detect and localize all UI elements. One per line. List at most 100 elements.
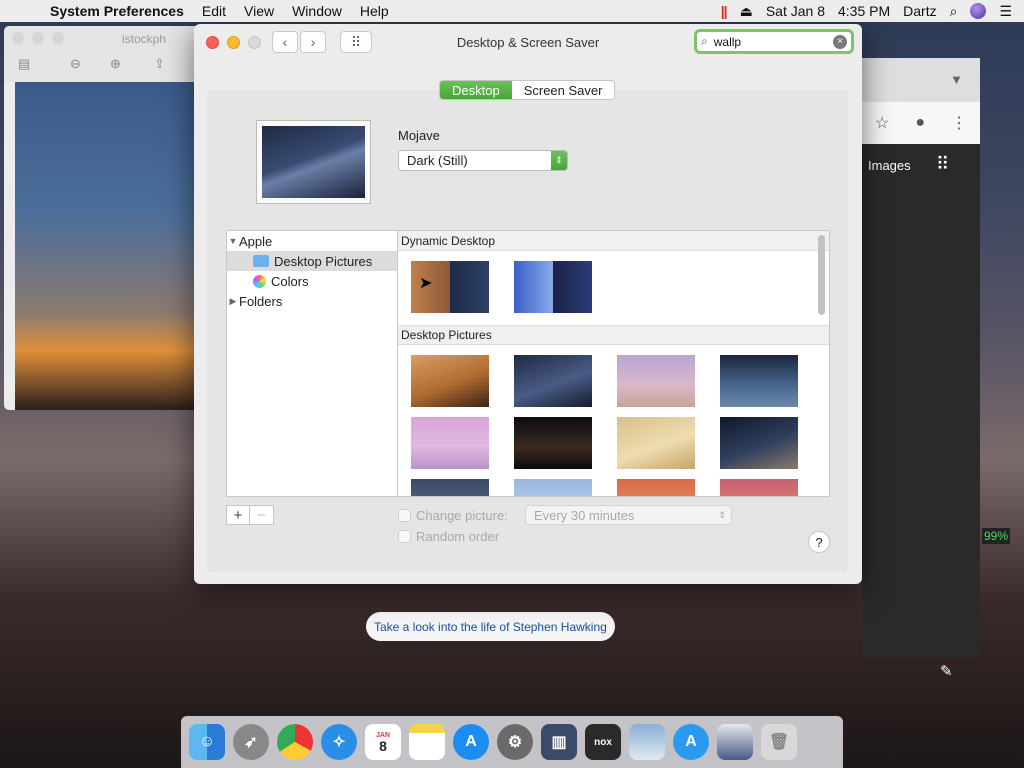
eject-icon[interactable]: ⏏ bbox=[740, 3, 753, 20]
wallpaper-thumb[interactable] bbox=[617, 417, 695, 469]
system-preferences-icon[interactable]: ⚙ bbox=[497, 724, 533, 760]
sidebar-item-label: Apple bbox=[239, 233, 273, 249]
app-store-installer-icon[interactable]: A bbox=[673, 724, 709, 760]
wallpaper-thumb[interactable] bbox=[514, 355, 592, 407]
menu-window[interactable]: Window bbox=[283, 3, 351, 19]
color-wheel-icon bbox=[253, 274, 266, 288]
chrome-menu-icon[interactable]: ▼ bbox=[950, 72, 963, 87]
zoom-dot-icon[interactable] bbox=[52, 32, 64, 44]
preview-window[interactable]: istockph ▤ ⊖ ⊕ ⇪ bbox=[4, 26, 200, 410]
wallpaper-thumb[interactable] bbox=[617, 479, 695, 496]
current-wallpaper-preview bbox=[256, 120, 371, 204]
tab-screen-saver[interactable]: Screen Saver bbox=[511, 81, 615, 99]
chrome-toolbar: ☆ ● ⋮ bbox=[862, 102, 980, 144]
nox-icon[interactable]: nox bbox=[585, 724, 621, 760]
profile-icon[interactable]: ● bbox=[915, 114, 925, 132]
wallpaper-thumb[interactable] bbox=[720, 355, 798, 407]
sidebar-item-colors[interactable]: Colors bbox=[227, 271, 397, 291]
wallpaper-mode-value: Dark (Still) bbox=[407, 153, 468, 168]
menubar-user[interactable]: Dartz bbox=[903, 3, 936, 19]
change-interval-value: Every 30 minutes bbox=[534, 507, 635, 523]
wallpaper-thumb[interactable] bbox=[411, 479, 489, 496]
calendar-icon[interactable]: JAN 8 bbox=[365, 724, 401, 760]
menu-bar: System Preferences Edit View Window Help… bbox=[0, 0, 1024, 22]
random-order-label: Random order bbox=[416, 529, 500, 544]
clear-search-icon[interactable]: × bbox=[833, 34, 847, 49]
add-folder-button[interactable]: + bbox=[226, 505, 250, 525]
folder-icon bbox=[253, 255, 269, 267]
change-interval-popup[interactable]: Every 30 minutes ⇕ bbox=[525, 505, 732, 525]
help-button[interactable]: ? bbox=[808, 531, 830, 553]
safari-icon[interactable]: ✧ bbox=[321, 724, 357, 760]
menubar-date[interactable]: Sat Jan 8 bbox=[766, 3, 825, 19]
wallpaper-thumb[interactable] bbox=[720, 479, 798, 496]
checkbox-box bbox=[398, 509, 411, 522]
random-order-checkbox[interactable]: Random order bbox=[398, 529, 499, 544]
section-header-dynamic: Dynamic Desktop bbox=[398, 231, 829, 251]
more-menu-icon[interactable]: ⋮ bbox=[951, 113, 967, 133]
preview-app-icon[interactable] bbox=[629, 724, 665, 760]
sidebar-item-folders[interactable]: ▶ Folders bbox=[227, 291, 397, 311]
parallels-icon[interactable]: ▥ bbox=[541, 724, 577, 760]
menu-edit[interactable]: Edit bbox=[193, 3, 235, 19]
search-input[interactable]: wallp bbox=[714, 35, 833, 49]
siri-icon[interactable] bbox=[970, 3, 987, 19]
menubar-time[interactable]: 4:35 PM bbox=[838, 3, 890, 19]
zoom-in-icon[interactable]: ⊕ bbox=[110, 56, 121, 72]
notification-center-icon[interactable]: ☰ bbox=[999, 3, 1012, 20]
preview-title: istockph bbox=[122, 32, 167, 46]
sidebar-item-apple[interactable]: ▼ Apple bbox=[227, 231, 397, 251]
screenshot-folder-icon[interactable] bbox=[717, 724, 753, 760]
change-picture-label: Change picture: bbox=[416, 508, 508, 523]
wallpaper-name: Mojave bbox=[398, 128, 440, 143]
spotlight-search-icon[interactable]: ⌕ bbox=[950, 3, 958, 20]
google-doodle-banner[interactable]: Take a look into the life of Stephen Haw… bbox=[366, 612, 615, 641]
change-picture-checkbox[interactable]: Change picture: bbox=[398, 508, 508, 523]
dock: ☺ ➶ ✧ JAN 8 A ⚙ ▥ nox A 🗑 bbox=[181, 716, 843, 768]
wallpaper-thumb[interactable] bbox=[514, 479, 592, 496]
share-icon[interactable]: ⇪ bbox=[154, 56, 165, 72]
disclosure-open-icon[interactable]: ▼ bbox=[227, 236, 239, 246]
add-remove-folder: + − bbox=[226, 505, 274, 525]
wallpaper-thumb[interactable] bbox=[720, 417, 798, 469]
menu-help[interactable]: Help bbox=[351, 3, 398, 19]
finder-icon[interactable]: ☺ bbox=[189, 724, 225, 760]
parallels-icon[interactable]: || bbox=[721, 3, 728, 19]
launchpad-icon[interactable]: ➶ bbox=[233, 724, 269, 760]
chrome-tabbar: ▼ bbox=[862, 58, 980, 102]
chrome-window[interactable]: ▼ ☆ ● ⋮ Images ⠿ bbox=[862, 58, 980, 658]
edit-pencil-icon[interactable]: ✎ bbox=[940, 662, 953, 680]
apps-grid-icon[interactable]: ⠿ bbox=[936, 154, 949, 175]
wallpaper-thumb[interactable] bbox=[411, 417, 489, 469]
search-field[interactable]: ⌕ wallp × bbox=[694, 29, 854, 54]
battery-percent: 99% bbox=[982, 528, 1011, 544]
wallpaper-mode-popup[interactable]: Dark (Still) ⇕ bbox=[398, 150, 568, 171]
bookmark-star-icon[interactable]: ☆ bbox=[875, 113, 889, 133]
tab-switcher: Desktop Screen Saver bbox=[439, 80, 616, 100]
sidebar-item-label: Folders bbox=[239, 293, 283, 309]
mouse-pointer-icon: ➤ bbox=[419, 275, 433, 292]
sidebar-item-desktop-pictures[interactable]: Desktop Pictures bbox=[227, 251, 397, 271]
zoom-out-icon[interactable]: ⊖ bbox=[70, 56, 81, 72]
section-header-desktop-pictures: Desktop Pictures bbox=[398, 325, 829, 345]
remove-folder-button[interactable]: − bbox=[250, 505, 274, 525]
close-dot-icon[interactable] bbox=[12, 32, 24, 44]
wallpaper-thumb[interactable] bbox=[514, 417, 592, 469]
menu-view[interactable]: View bbox=[235, 3, 283, 19]
notes-icon[interactable] bbox=[409, 724, 445, 760]
disclosure-closed-icon[interactable]: ▶ bbox=[227, 296, 239, 307]
wallpaper-thumb[interactable] bbox=[617, 355, 695, 407]
wallpaper-thumb[interactable] bbox=[411, 355, 489, 407]
wallpaper-thumb-solar-gradients[interactable] bbox=[514, 261, 592, 313]
preview-image bbox=[15, 82, 200, 410]
trash-icon[interactable]: 🗑 bbox=[761, 724, 797, 760]
gallery-scrollbar[interactable] bbox=[818, 235, 825, 315]
google-images-link[interactable]: Images bbox=[868, 158, 911, 173]
sidebar-toggle-icon[interactable]: ▤ bbox=[18, 56, 30, 72]
tab-desktop[interactable]: Desktop bbox=[440, 81, 512, 99]
minimize-dot-icon[interactable] bbox=[32, 32, 44, 44]
chrome-icon[interactable] bbox=[277, 724, 313, 760]
menu-app-name[interactable]: System Preferences bbox=[38, 3, 193, 19]
app-store-icon[interactable]: A bbox=[453, 724, 489, 760]
source-sidebar: ▼ Apple Desktop Pictures Colors ▶ Folder… bbox=[226, 230, 398, 497]
